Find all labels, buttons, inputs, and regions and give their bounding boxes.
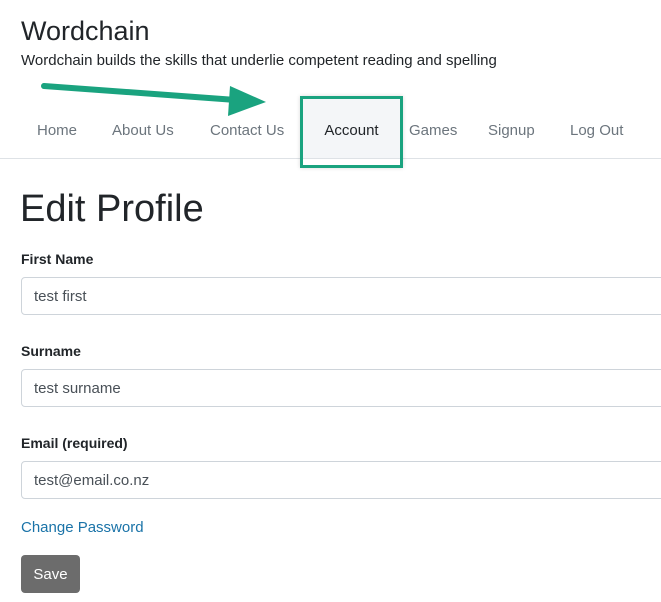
- nav-item-games[interactable]: Games: [409, 98, 457, 158]
- nav-item-signup[interactable]: Signup: [488, 98, 535, 158]
- surname-input[interactable]: [21, 369, 661, 407]
- nav-item-about-us[interactable]: About Us: [112, 98, 174, 158]
- first-name-input[interactable]: [21, 277, 661, 315]
- email-input[interactable]: [21, 461, 661, 499]
- page-title: Edit Profile: [20, 188, 204, 230]
- nav-item-log-out[interactable]: Log Out: [570, 98, 623, 158]
- page: Wordchain Wordchain builds the skills th…: [0, 0, 661, 602]
- site-title[interactable]: Wordchain: [21, 14, 150, 48]
- site-tagline: Wordchain builds the skills that underli…: [21, 52, 497, 69]
- email-label: Email (required): [21, 435, 128, 451]
- nav-item-contact-us[interactable]: Contact Us: [210, 98, 284, 158]
- first-name-label: First Name: [21, 251, 94, 267]
- annotation-highlight-box: [300, 96, 403, 168]
- save-button[interactable]: Save: [21, 555, 80, 593]
- nav-item-home[interactable]: Home: [37, 98, 77, 158]
- change-password-link[interactable]: Change Password: [21, 518, 144, 538]
- surname-label: Surname: [21, 343, 81, 359]
